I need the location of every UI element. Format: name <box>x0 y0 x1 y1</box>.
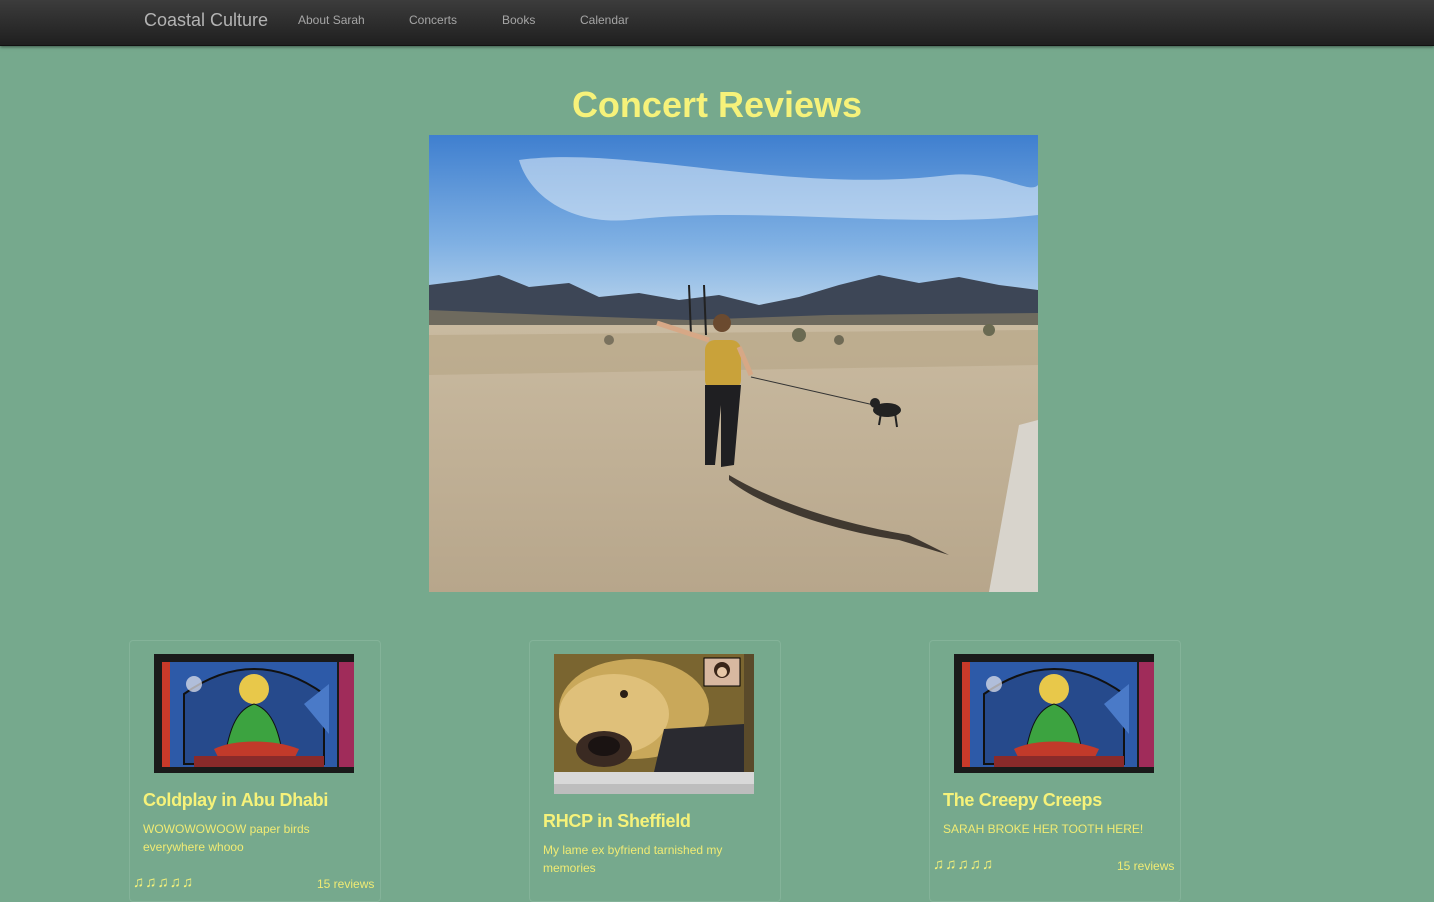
nav-link-concerts[interactable]: Concerts <box>409 13 457 27</box>
music-note-rating: ♫♫♫♫♫ <box>933 856 995 873</box>
card-title-coldplay[interactable]: Coldplay in Abu Dhabi <box>143 790 328 811</box>
stained-glass-thumbnail[interactable] <box>954 654 1154 773</box>
hero-image <box>429 135 1038 592</box>
card-description-coldplay: WOWOWOWOOW paper birds everywhere whooo <box>143 822 310 854</box>
nav-link-books[interactable]: Books <box>502 13 535 27</box>
top-navbar: Coastal Culture About Sarah Concerts Boo… <box>0 0 1434 46</box>
stained-glass-thumbnail[interactable] <box>154 654 354 773</box>
review-count-coldplay[interactable]: 15 reviews <box>317 877 374 891</box>
card-title-creepy-creeps[interactable]: The Creepy Creeps <box>943 790 1102 811</box>
review-count-creepy-creeps[interactable]: 15 reviews <box>1117 859 1174 873</box>
music-note-rating: ♫♫♫♫♫ <box>133 874 195 891</box>
card-description-rhcp: My lame ex byfriend tarnished my memorie… <box>543 843 723 875</box>
brand-link[interactable]: Coastal Culture <box>144 10 268 31</box>
card-title-rhcp[interactable]: RHCP in Sheffield <box>543 811 691 832</box>
page-title: Concert Reviews <box>571 84 863 125</box>
dog-video-thumbnail[interactable] <box>554 654 754 794</box>
card-description-creepy-creeps: SARAH BROKE HER TOOTH HERE! <box>943 822 1144 836</box>
nav-link-calendar[interactable]: Calendar <box>580 13 629 27</box>
nav-link-about-sarah[interactable]: About Sarah <box>298 13 365 27</box>
